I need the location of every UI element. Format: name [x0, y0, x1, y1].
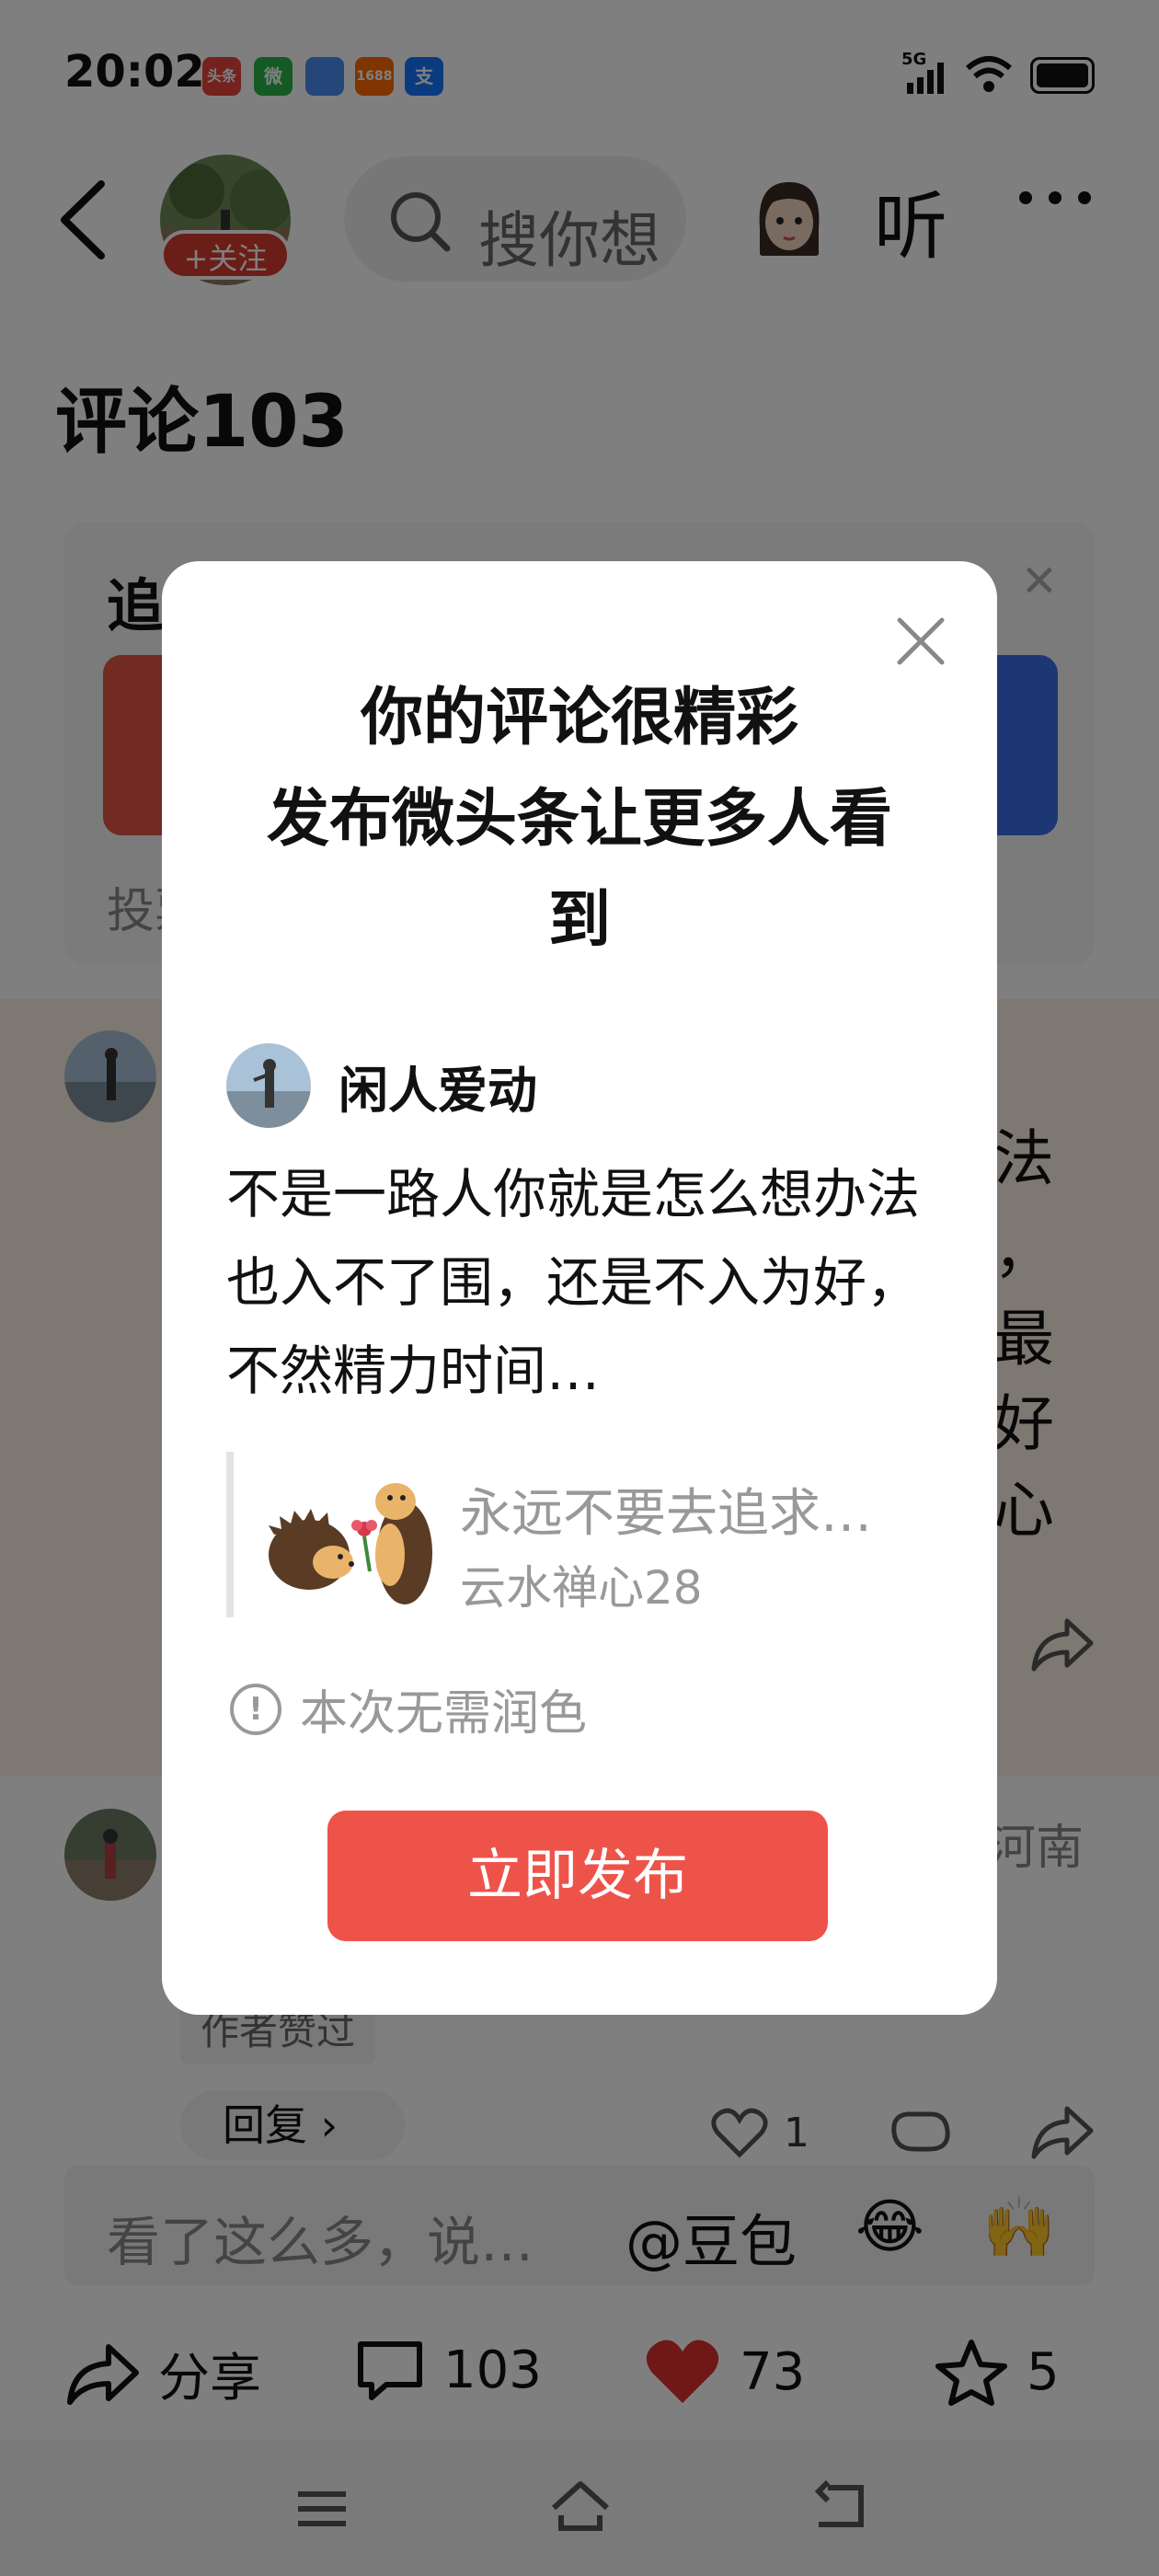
quoted-article-title: 永远不要去追求…	[460, 1484, 872, 1544]
dialog-title-line: 到	[547, 884, 611, 957]
user-name: 闲人爱动	[339, 1061, 537, 1120]
polish-hint-text: 本次无需润色	[300, 1686, 588, 1742]
quoted-article: 永远不要去追求… 云水禅心28	[226, 1452, 944, 1617]
publish-microheadline-dialog: 你的评论很精彩 发布微头条让更多人看 到 闲人爱动 不是一路人你就是怎么想办法也…	[162, 561, 997, 2015]
info-icon: !	[230, 1683, 281, 1735]
close-icon[interactable]	[889, 609, 953, 673]
dialog-title-line: 发布微头条让更多人看	[266, 783, 892, 856]
dialog-user: 闲人爱动	[226, 1043, 537, 1128]
dialog-title: 你的评论很精彩 发布微头条让更多人看 到	[217, 668, 942, 972]
quoted-article-author: 云水禅心28	[460, 1561, 703, 1615]
dialog-title-line: 你的评论很精彩	[360, 682, 798, 754]
comment-preview-text: 不是一路人你就是怎么想办法也入不了围，还是不入为好，不然精力时间…	[226, 1163, 921, 1402]
publish-now-button[interactable]: 立即发布	[327, 1811, 828, 1941]
polish-hint: ! 本次无需润色	[230, 1674, 587, 1743]
user-avatar	[226, 1043, 311, 1128]
article-thumbnail	[261, 1452, 434, 1617]
